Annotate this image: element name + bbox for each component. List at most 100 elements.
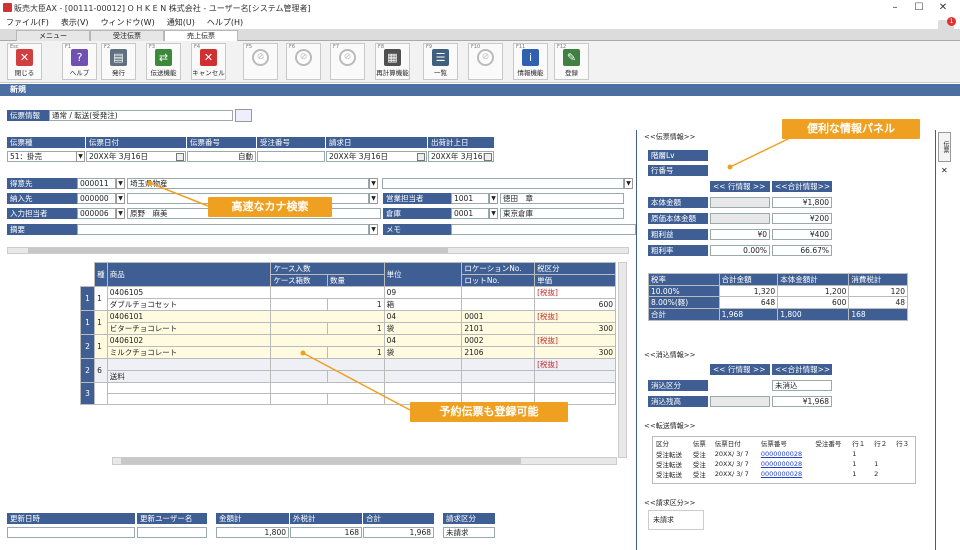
row-product-name[interactable]: ダブルチョコセット [106, 298, 272, 311]
row-product-code[interactable]: 0406101 [106, 310, 272, 323]
row-location[interactable]: 0001 [461, 310, 536, 323]
delivery-code-field[interactable]: 000000 [77, 193, 116, 204]
order-no-field[interactable] [257, 151, 325, 162]
row-number[interactable]: 3 [79, 382, 96, 405]
side-tab-slip[interactable]: 伝票 [938, 132, 951, 162]
row-tax[interactable]: [税抜] [534, 286, 616, 299]
consume-line-info-button[interactable]: << 行情報 >> [710, 364, 770, 375]
row-case-count[interactable] [270, 346, 329, 359]
row-location[interactable] [461, 358, 536, 371]
row-unit[interactable] [383, 370, 463, 383]
toolbar-button-f3[interactable]: F3 ⇄ 伝送機能 [146, 43, 181, 80]
row-case-count[interactable] [270, 370, 329, 383]
calendar-icon[interactable] [484, 153, 492, 161]
row-number[interactable]: 1 [79, 310, 96, 335]
row-location[interactable] [461, 286, 536, 299]
customer-name-field[interactable]: 埼玉県物産 [127, 178, 369, 189]
slip-date-field[interactable]: 20XX年 3月16日 [86, 151, 186, 162]
toolbar-button-f7[interactable]: F7 ⊘ [330, 43, 365, 80]
toolbar-button-f4[interactable]: F4 ✕ キャンセル [191, 43, 226, 80]
row-product-code[interactable]: 0406105 [106, 286, 272, 299]
row-price[interactable]: 300 [534, 322, 616, 335]
row-number[interactable]: 2 [79, 334, 96, 359]
calendar-icon[interactable] [176, 153, 184, 161]
row-tax[interactable]: [税抜] [534, 310, 616, 323]
chevron-down-icon[interactable]: ▼ [369, 193, 378, 204]
row-kind[interactable]: 1 [94, 286, 108, 311]
table-row[interactable]: 送料 [80, 370, 616, 383]
row-qty[interactable]: 1 [327, 346, 385, 359]
close-window-button[interactable]: ✕ [932, 1, 954, 15]
row-lot[interactable] [461, 298, 536, 311]
menu-notify[interactable]: 通知(U) [161, 16, 201, 29]
toolbar-button-f2[interactable]: F2 ▤ 発行 [101, 43, 136, 80]
row-product-name[interactable]: 送料 [106, 370, 272, 383]
customer-code-field[interactable]: 000011 [77, 178, 116, 189]
row-unit-code[interactable]: 04 [383, 334, 463, 347]
toolbar-button-f5[interactable]: F5 ⊘ [243, 43, 278, 80]
grid-horizontal-scrollbar[interactable] [112, 457, 617, 465]
transfer-cell[interactable]: 0000000028 [758, 449, 813, 459]
table-row[interactable]: 受注転送 受注 20XX/ 3/ 7 0000000028 1 1 [653, 459, 915, 469]
consume-total-info-button[interactable]: <<合計情報>> [772, 364, 832, 375]
row-product-name[interactable]: ミルクチョコレート [106, 346, 272, 359]
row-unit-code[interactable]: 04 [383, 310, 463, 323]
row-lot[interactable]: 2101 [461, 322, 536, 335]
chevron-down-icon[interactable]: ▼ [116, 208, 125, 219]
menu-file[interactable]: ファイル(F) [0, 16, 55, 29]
warehouse-code-field[interactable]: 0001 [451, 208, 489, 219]
row-tax[interactable]: [税抜] [534, 358, 616, 371]
row-product-code[interactable]: 0406102 [106, 334, 272, 347]
row-qty[interactable] [327, 393, 385, 405]
note-field[interactable] [451, 224, 636, 235]
row-product-name[interactable] [106, 393, 272, 405]
minimize-button[interactable]: – [884, 1, 906, 15]
table-row[interactable]: 受注転送 受注 20XX/ 3/ 7 0000000028 1 2 [653, 469, 915, 479]
row-unit[interactable]: 箱 [383, 298, 463, 311]
table-row[interactable]: 1 1 0406101 04 0001 [税抜] [79, 310, 616, 335]
toolbar-button-f9[interactable]: F9 ☰ 一覧 [423, 43, 458, 80]
row-qty[interactable] [327, 370, 385, 383]
row-case-count[interactable] [270, 298, 329, 311]
row-case-count[interactable] [270, 393, 329, 405]
row-case-qty[interactable] [270, 382, 385, 394]
transfer-cell[interactable]: 0000000028 [758, 469, 813, 479]
row-tax[interactable] [534, 382, 616, 394]
tab-sales-slip[interactable]: 売上伝票 [164, 30, 238, 41]
toolbar-button-f6[interactable]: F6 ⊘ [286, 43, 321, 80]
tab-order-slip[interactable]: 受注伝票 [90, 30, 164, 41]
table-row[interactable]: ビターチョコレート 1 袋 2101 300 [80, 322, 616, 335]
warehouse-name-field[interactable]: 東京倉庫 [500, 208, 624, 219]
grid-vertical-scrollbar[interactable] [618, 262, 627, 458]
sales-rep-code-field[interactable]: 1001 [451, 193, 489, 204]
row-product-code[interactable] [106, 358, 272, 371]
row-qty[interactable]: 1 [327, 322, 385, 335]
toolbar-button-f1[interactable]: F1? ヘルプ [62, 43, 97, 80]
close-icon[interactable]: ✕ [941, 166, 948, 175]
toolbar-button-f8[interactable]: F8 ▦ 再計算機能 [375, 43, 410, 80]
row-number[interactable]: 2 [79, 358, 96, 383]
total-info-button[interactable]: <<合計情報>> [772, 181, 832, 192]
row-unit-code[interactable] [383, 382, 463, 394]
slip-info-search-icon[interactable] [235, 109, 252, 122]
table-row[interactable]: 1 1 0406105 09 [税抜] [79, 286, 616, 311]
menu-view[interactable]: 表示(V) [55, 16, 95, 29]
row-tax[interactable]: [税抜] [534, 334, 616, 347]
row-price[interactable]: 600 [534, 298, 616, 311]
row-kind[interactable]: 6 [94, 358, 108, 383]
table-row[interactable]: 3 [79, 382, 616, 405]
row-price[interactable]: 300 [534, 346, 616, 359]
toolbar-button-esc[interactable]: Esc ✕ 閉じる [7, 43, 42, 80]
row-unit-code[interactable] [383, 358, 463, 371]
scrollbar-thumb[interactable] [121, 458, 521, 464]
chevron-down-icon[interactable]: ▼ [116, 193, 125, 204]
toolbar-button-f11[interactable]: F11 i 情報機能 [513, 43, 548, 80]
chevron-down-icon[interactable]: ▼ [369, 224, 378, 235]
row-case-qty[interactable] [270, 334, 385, 347]
row-kind[interactable]: 1 [94, 334, 108, 359]
memo-field[interactable] [77, 224, 369, 235]
slip-type-select[interactable]: 51：掛売 [7, 151, 77, 162]
table-row[interactable]: ミルクチョコレート 1 袋 2106 300 [80, 346, 616, 359]
customer-extra-field[interactable] [382, 178, 624, 189]
row-case-count[interactable] [270, 322, 329, 335]
